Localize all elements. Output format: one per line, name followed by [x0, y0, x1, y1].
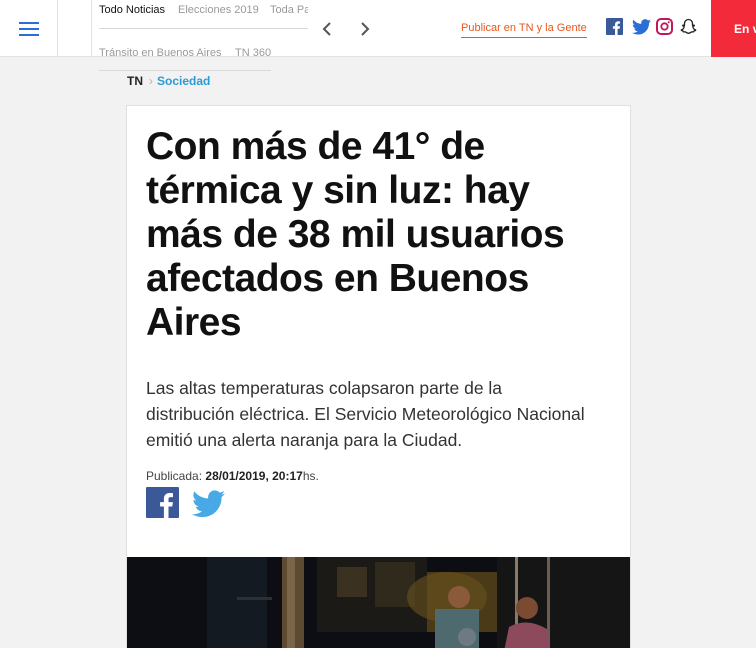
nav-link-todo-noticias[interactable]: Todo Noticias [99, 4, 165, 16]
nav-link-transito[interactable]: Tránsito en Buenos Aires [99, 47, 222, 59]
snapchat-icon [680, 18, 697, 34]
article-title: Con más de 41° de térmica y sin luz: hay… [146, 125, 565, 344]
chevron-left-icon [322, 22, 331, 36]
published-meta: Publicada: 28/01/2019, 20:17hs. [146, 469, 319, 483]
facebook-icon [606, 18, 623, 35]
chevron-right-icon [361, 22, 370, 36]
facebook-share-icon [146, 487, 179, 518]
live-button[interactable]: En v [711, 0, 756, 57]
twitter-link[interactable] [632, 18, 651, 35]
nav-prev-arrow[interactable] [320, 19, 334, 39]
instagram-icon [656, 18, 673, 35]
article-hero-photo [127, 557, 630, 648]
twitter-icon [632, 19, 651, 35]
nav-separator-line [99, 28, 308, 29]
snapchat-link[interactable] [680, 18, 697, 35]
twitter-share-icon [192, 490, 225, 518]
breadcrumb-section-link[interactable]: Sociedad [157, 74, 210, 88]
article-card: Con más de 41° de térmica y sin luz: hay… [126, 105, 631, 648]
nav-bottom-line [99, 70, 271, 71]
article-lead: Las altas temperaturas colapsaron parte … [146, 378, 585, 450]
hamburger-menu-button[interactable] [0, 0, 58, 57]
share-twitter-button[interactable] [192, 490, 225, 518]
published-label: Publicada: [146, 469, 203, 483]
night-street-photo [127, 557, 630, 648]
header-divider [91, 0, 92, 57]
menu-icon [18, 21, 39, 24]
nav-link-toda-pa[interactable]: Toda Pa [270, 4, 308, 16]
instagram-link[interactable] [656, 18, 673, 35]
nav-next-arrow[interactable] [358, 19, 372, 39]
publish-tn-gente-link[interactable]: Publicar en TN y la Gente [461, 22, 587, 38]
share-facebook-button[interactable] [146, 487, 179, 518]
published-suffix: hs. [302, 469, 319, 483]
breadcrumb-separator: › [149, 74, 153, 88]
menu-icon-bar [18, 33, 39, 36]
facebook-link[interactable] [606, 18, 623, 35]
nav-link-elecciones-2019[interactable]: Elecciones 2019 [178, 4, 259, 16]
nav-link-tn-360[interactable]: TN 360 [235, 47, 271, 59]
breadcrumb-home-link[interactable]: TN [127, 74, 143, 88]
published-datetime: 28/01/2019, 20:17 [205, 469, 303, 483]
breadcrumb: TN › Sociedad [127, 74, 210, 88]
menu-icon-bar [18, 27, 39, 30]
top-header: Todo Noticias Elecciones 2019 Toda Pa Pu… [0, 0, 756, 59]
